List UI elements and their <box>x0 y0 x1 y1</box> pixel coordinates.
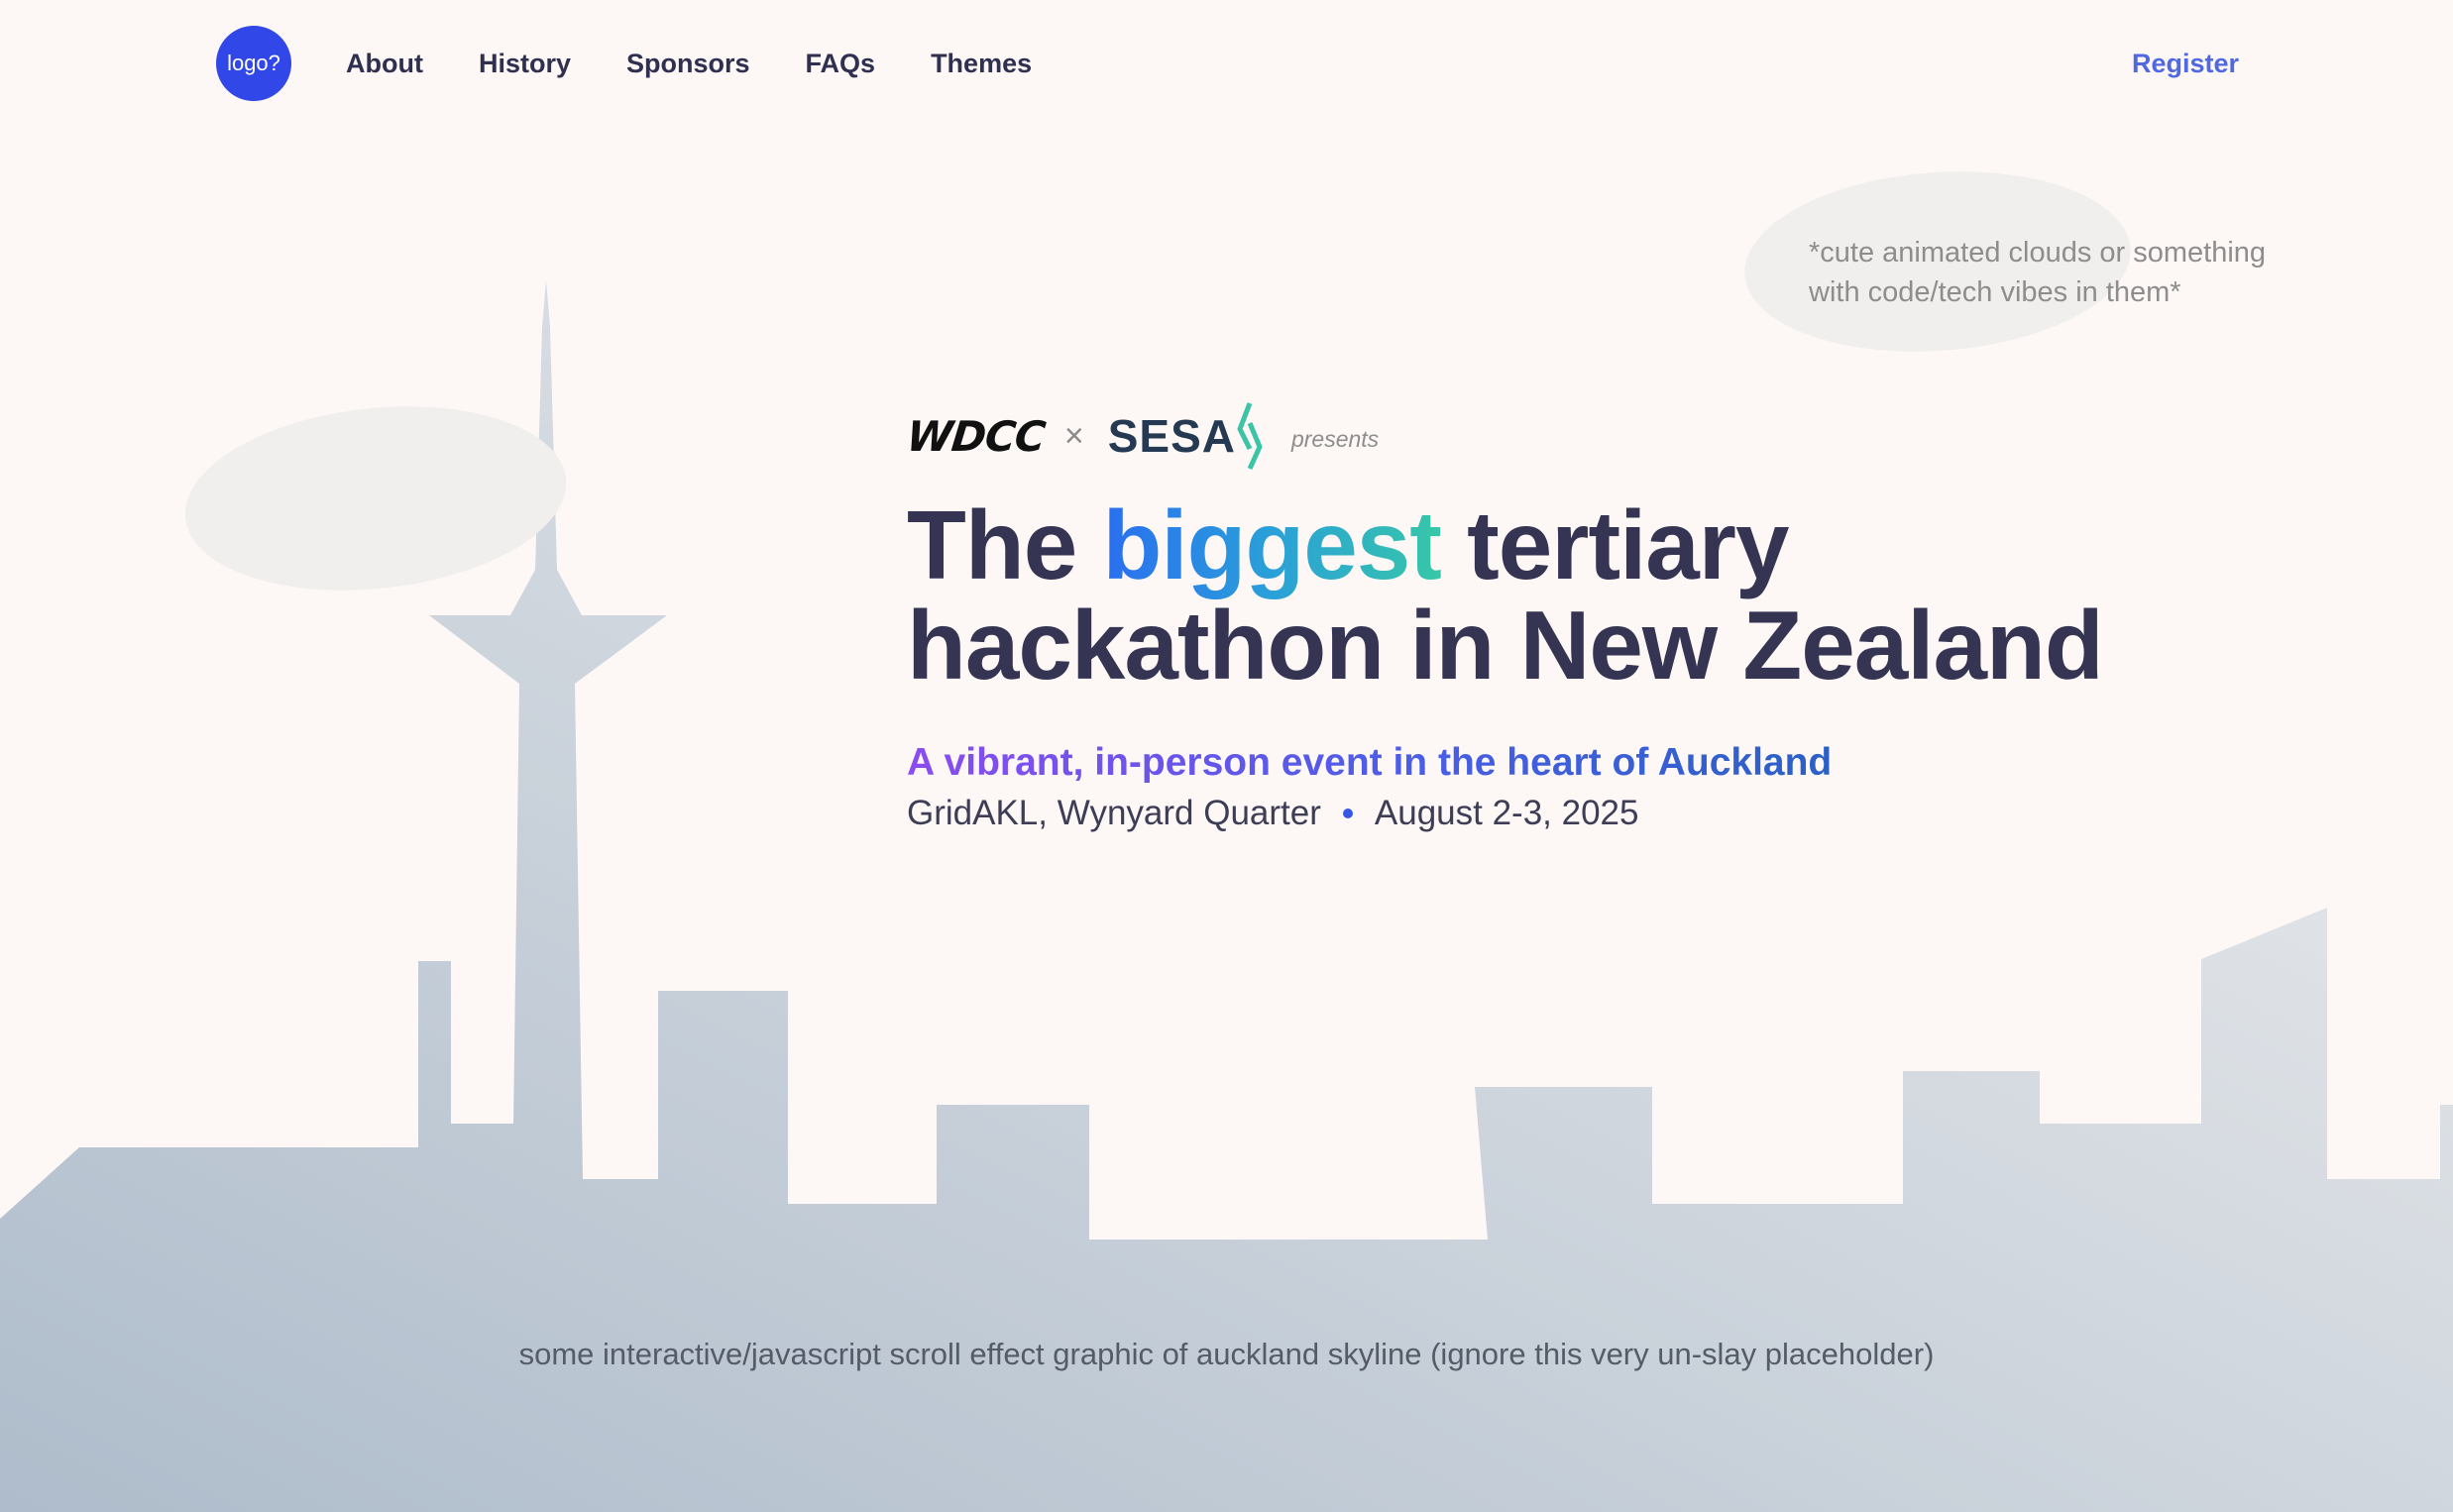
sesa-chevron-icon <box>1237 402 1263 471</box>
presenter-logos: WDCC × SESA presents <box>904 396 2195 476</box>
bullet-dot-icon <box>1342 809 1353 818</box>
headline-highlight: biggest <box>1102 490 1441 599</box>
nav-item-about[interactable]: About <box>346 44 423 83</box>
presents-label: presents <box>1290 425 1380 452</box>
cloud-placeholder-note: *cute animated clouds or something with … <box>1809 237 2267 308</box>
sesa-logo-text: SESA <box>1107 410 1236 462</box>
event-venue: GridAKL, Wynyard Quarter <box>907 794 1321 832</box>
landing-page: *cute animated clouds or something with … <box>0 0 2453 1512</box>
top-navigation: logo? About History Sponsors FAQs Themes… <box>0 0 2453 127</box>
nav-item-history[interactable]: History <box>479 44 571 83</box>
event-details: GridAKL, Wynyard Quarter August 2-3, 202… <box>907 790 2195 837</box>
nav-links: About History Sponsors FAQs Themes <box>346 44 1032 83</box>
wdcc-logo: WDCC <box>904 411 1048 461</box>
collab-separator: × <box>1063 416 1084 455</box>
site-logo[interactable]: logo? <box>216 26 291 101</box>
skyline-placeholder-note: some interactive/javascript scroll effec… <box>518 1337 1935 1371</box>
event-date: August 2-3, 2025 <box>1374 794 1639 832</box>
register-link[interactable]: Register <box>2132 44 2239 83</box>
hero-section: WDCC × SESA presents The biggest tertiar… <box>904 396 2195 837</box>
headline-start: The <box>907 490 1103 599</box>
hero-headline: The biggest tertiary hackathon in New Ze… <box>907 495 2195 696</box>
sesa-logo: SESA <box>1108 399 1266 473</box>
nav-item-faqs[interactable]: FAQs <box>806 44 876 83</box>
hero-tagline: A vibrant, in-person event in the heart … <box>907 738 1832 788</box>
nav-item-themes[interactable]: Themes <box>931 44 1032 83</box>
nav-item-sponsors[interactable]: Sponsors <box>626 44 750 83</box>
